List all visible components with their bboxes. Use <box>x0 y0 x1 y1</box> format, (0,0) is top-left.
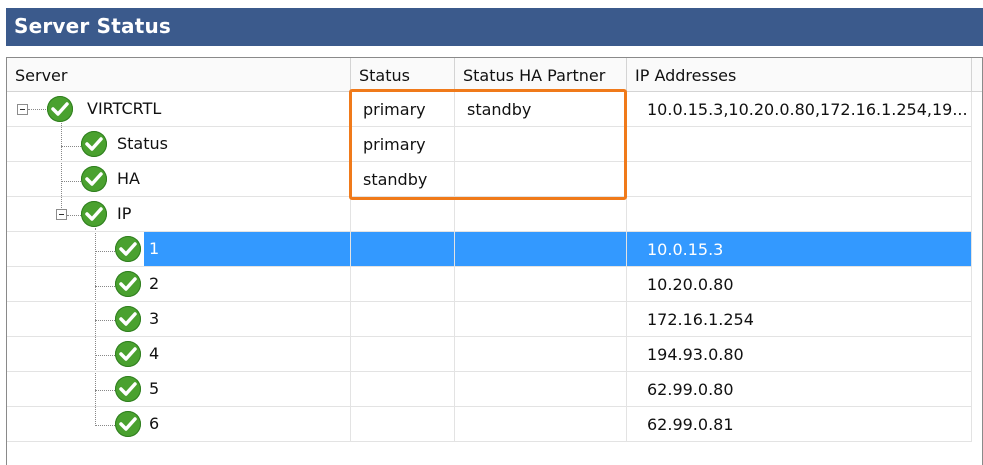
cell-server: 3 <box>7 302 351 337</box>
cell-status <box>351 232 455 267</box>
cell-server: 4 <box>7 337 351 372</box>
column-header-server[interactable]: Server <box>7 58 351 91</box>
cell-ip <box>627 162 972 197</box>
cell-ha-partner: standby <box>455 92 627 127</box>
cell-server: 5 <box>7 372 351 407</box>
check-circle-icon <box>115 236 141 262</box>
tree-row-ip-3[interactable]: 3 172.16.1.254 <box>7 302 972 337</box>
grid-header: Server Status Status HA Partner IP Addre… <box>7 58 982 92</box>
cell-status <box>351 267 455 302</box>
cell-ip: 10.0.15.3 <box>627 232 972 267</box>
tree-line <box>28 109 46 110</box>
cell-ha-partner <box>455 302 627 337</box>
tree-row-ha[interactable]: HA standby <box>7 162 972 197</box>
check-circle-icon <box>115 341 141 367</box>
cell-ha-partner <box>455 407 627 442</box>
tree-row-ip-2[interactable]: 2 10.20.0.80 <box>7 267 972 302</box>
node-label: 6 <box>149 414 160 433</box>
column-header-ip-addresses[interactable]: IP Addresses <box>627 58 972 91</box>
cell-ha-partner <box>455 372 627 407</box>
cell-server: 6 <box>7 407 351 442</box>
cell-server: HA <box>7 162 351 197</box>
cell-ha-partner <box>455 197 627 232</box>
cell-server: VIRTCRTL <box>7 92 351 127</box>
selection-highlight <box>144 232 350 266</box>
node-label: VIRTCRTL <box>87 99 162 118</box>
column-header-status[interactable]: Status <box>351 58 455 91</box>
cell-ha-partner <box>455 162 627 197</box>
cell-status <box>351 302 455 337</box>
cell-ip: 62.99.0.80 <box>627 372 972 407</box>
cell-ip: 62.99.0.81 <box>627 407 972 442</box>
tree-row-ip-5[interactable]: 5 62.99.0.80 <box>7 372 972 407</box>
cell-status <box>351 197 455 232</box>
check-circle-icon <box>81 166 107 192</box>
cell-ip: 10.0.15.3,10.20.0.80,172.16.1.254,19... <box>627 92 972 127</box>
cell-ha-partner <box>455 337 627 372</box>
cell-server: IP <box>7 197 351 232</box>
cell-status <box>351 372 455 407</box>
check-circle-icon <box>115 376 141 402</box>
node-label: 1 <box>149 239 160 258</box>
cell-ip: 172.16.1.254 <box>627 302 972 337</box>
check-circle-icon <box>47 96 73 122</box>
tree-collapse-icon[interactable] <box>56 209 67 220</box>
column-header-status-ha-partner[interactable]: Status HA Partner <box>455 58 627 91</box>
window-title: Server Status <box>14 14 172 38</box>
node-label: 3 <box>149 309 160 328</box>
cell-server: 2 <box>7 267 351 302</box>
cell-server: 1 <box>7 232 351 267</box>
node-label: 4 <box>149 344 160 363</box>
cell-status <box>351 407 455 442</box>
tree-row-ip-6[interactable]: 6 62.99.0.81 <box>7 407 972 442</box>
cell-status <box>351 337 455 372</box>
check-circle-icon <box>115 271 141 297</box>
node-label: HA <box>117 169 140 188</box>
cell-status: primary <box>351 92 455 127</box>
tree-row-ip[interactable]: IP <box>7 197 972 232</box>
tree-row-status[interactable]: Status primary <box>7 127 972 162</box>
cell-ip: 10.20.0.80 <box>627 267 972 302</box>
cell-ip: 194.93.0.80 <box>627 337 972 372</box>
cell-ha-partner <box>455 232 627 267</box>
tree-collapse-icon[interactable] <box>17 104 28 115</box>
node-label: 5 <box>149 379 160 398</box>
node-label: Status <box>117 134 168 153</box>
check-circle-icon <box>115 306 141 332</box>
check-circle-icon <box>115 411 141 437</box>
node-label: 2 <box>149 274 160 293</box>
cell-ip <box>627 197 972 232</box>
node-label: IP <box>117 204 132 223</box>
server-status-tree-grid[interactable]: Server Status Status HA Partner IP Addre… <box>6 57 983 465</box>
tree-row-ip-1[interactable]: 1 10.0.15.3 <box>7 232 972 267</box>
cell-status: primary <box>351 127 455 162</box>
cell-ip <box>627 127 972 162</box>
check-circle-icon <box>81 201 107 227</box>
cell-server: Status <box>7 127 351 162</box>
cell-ha-partner <box>455 267 627 302</box>
cell-ha-partner <box>455 127 627 162</box>
tree-row-virtcrtl[interactable]: VIRTCRTL primary standby 10.0.15.3,10.20… <box>7 92 972 127</box>
window-title-bar: Server Status <box>6 8 983 46</box>
check-circle-icon <box>81 131 107 157</box>
tree-row-ip-4[interactable]: 4 194.93.0.80 <box>7 337 972 372</box>
cell-status: standby <box>351 162 455 197</box>
